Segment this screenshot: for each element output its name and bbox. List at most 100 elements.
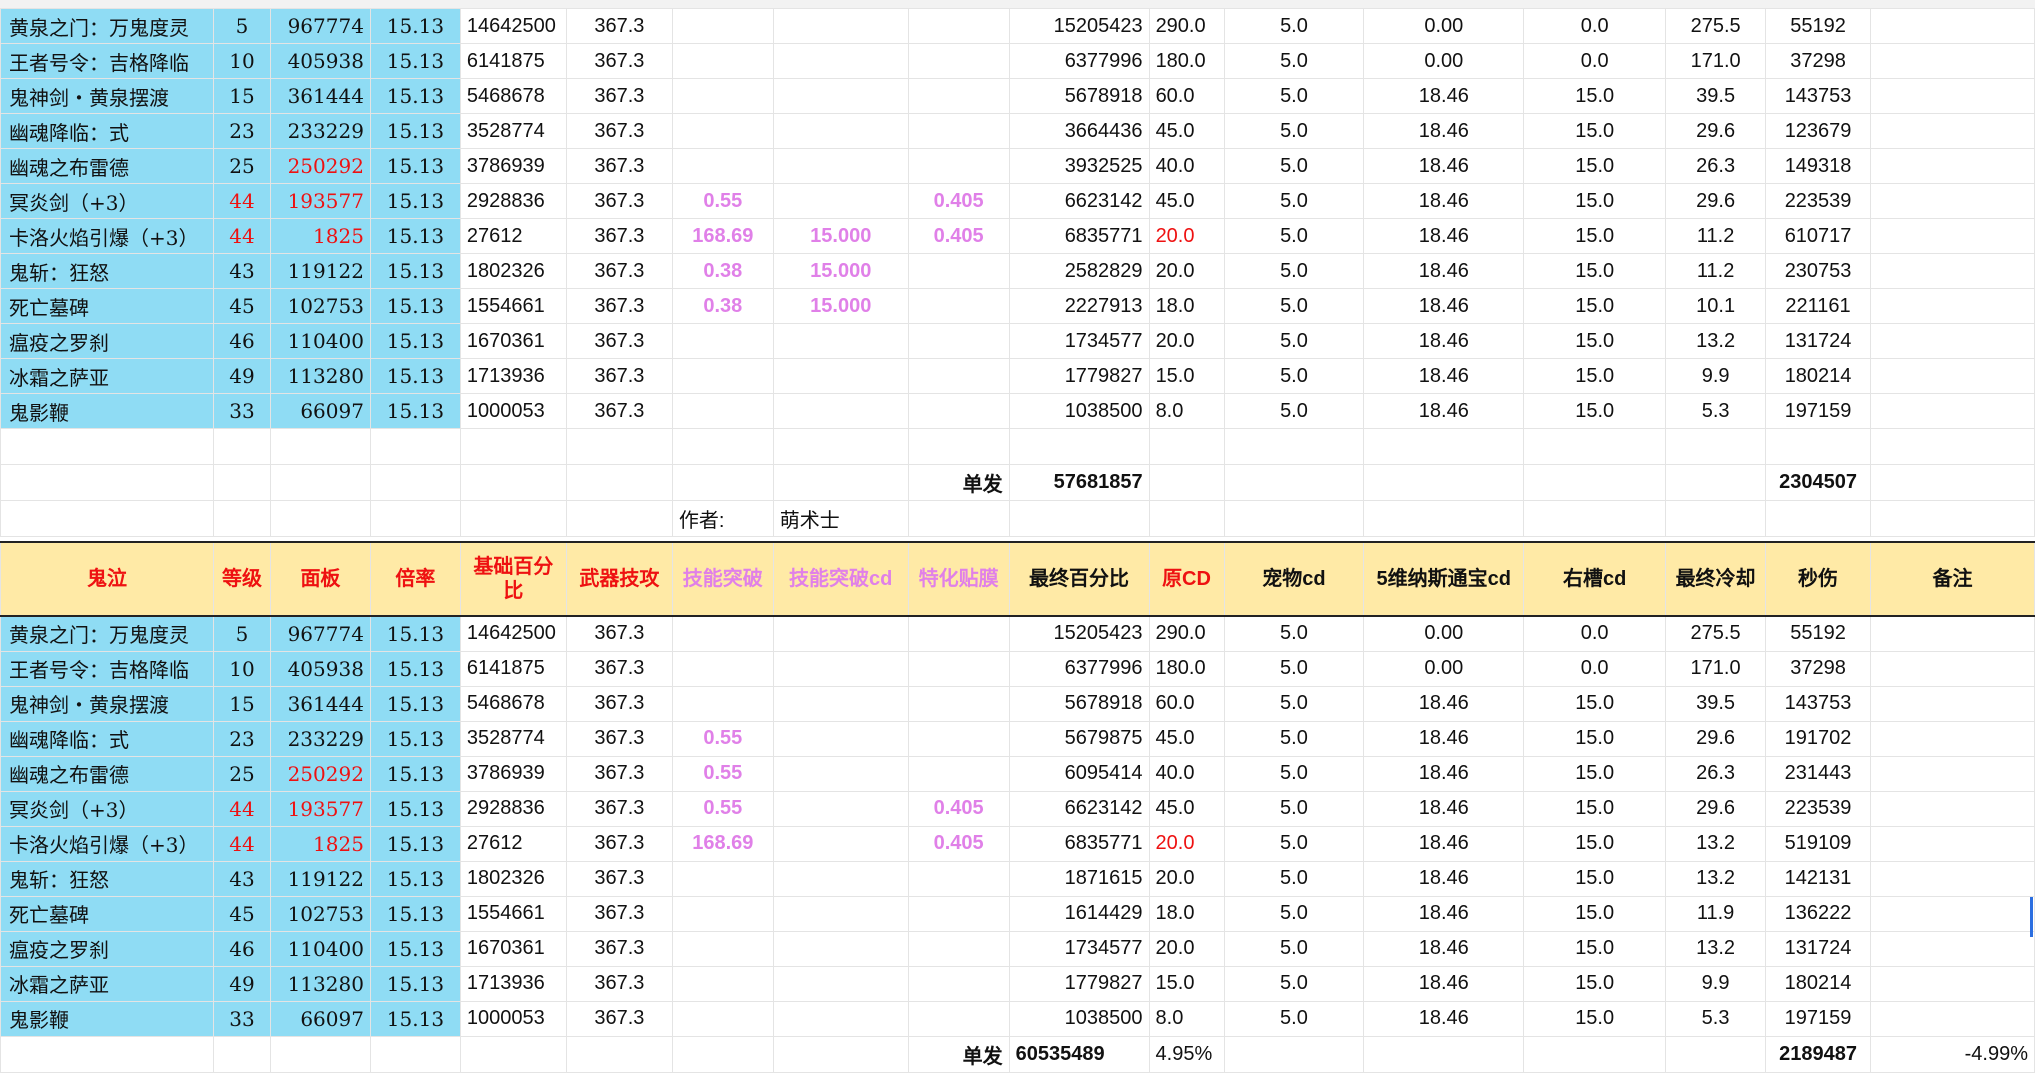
- cell-final-pct[interactable]: 3932525: [1008, 148, 1150, 184]
- cell-rate[interactable]: 15.13: [369, 720, 461, 757]
- cell-right-slot-cd[interactable]: 15.0: [1523, 1000, 1667, 1037]
- cell-special-film[interactable]: [907, 358, 1010, 394]
- empty-cell[interactable]: [459, 464, 567, 501]
- cell-final-pct[interactable]: 1871615: [1008, 860, 1150, 897]
- cell-right-slot-cd[interactable]: 15.0: [1523, 685, 1667, 722]
- cell-rate[interactable]: 15.13: [369, 253, 461, 289]
- cell-right-slot-cd[interactable]: 15.0: [1523, 930, 1667, 967]
- header-final-pct[interactable]: 最终百分比: [1008, 541, 1150, 617]
- header-skill-break-cd[interactable]: 技能突破cd: [772, 541, 909, 617]
- cell-final-cd[interactable]: 13.2: [1665, 323, 1767, 359]
- cell-final-cd[interactable]: 11.9: [1665, 895, 1767, 932]
- header-rate[interactable]: 倍率: [369, 541, 461, 617]
- cell-special-film[interactable]: [907, 965, 1010, 1002]
- cell-orig-cd[interactable]: 60.0: [1148, 78, 1225, 114]
- cell-skill-break[interactable]: 0.55: [671, 720, 774, 757]
- cell-final-pct[interactable]: 6623142: [1008, 790, 1150, 827]
- empty-cell[interactable]: [212, 464, 271, 501]
- cell-skill-break-cd[interactable]: [772, 1000, 909, 1037]
- cell-rate[interactable]: 15.13: [369, 78, 461, 114]
- cell-dps[interactable]: 230753: [1765, 253, 1872, 289]
- cell-venus-cd[interactable]: 18.46: [1363, 78, 1525, 114]
- cell-level[interactable]: 46: [212, 930, 271, 967]
- cell-final-pct[interactable]: 1038500: [1008, 1000, 1150, 1037]
- cell-panel[interactable]: 233229: [269, 720, 371, 757]
- cell-dps[interactable]: 197159: [1765, 393, 1872, 429]
- cell-special-film[interactable]: [907, 1000, 1010, 1037]
- cell-final-pct[interactable]: 1038500: [1008, 393, 1150, 429]
- cell-base-pct[interactable]: 5468678: [459, 78, 567, 114]
- cell-skill-break-cd[interactable]: [772, 393, 909, 429]
- cell-orig-cd[interactable]: 180.0: [1148, 43, 1225, 79]
- cell-skill-break-cd[interactable]: [772, 148, 909, 184]
- header-skill-break[interactable]: 技能突破: [671, 541, 774, 617]
- cell-right-slot-cd[interactable]: 15.0: [1523, 790, 1667, 827]
- cell-weapon-atk[interactable]: 367.3: [565, 253, 673, 289]
- cell-weapon-atk[interactable]: 367.3: [565, 860, 673, 897]
- cell-weapon-atk[interactable]: 367.3: [565, 323, 673, 359]
- cell-skill-break[interactable]: [671, 113, 774, 149]
- cell-dps[interactable]: 143753: [1765, 78, 1872, 114]
- cell-orig-cd[interactable]: 15.0: [1148, 965, 1225, 1002]
- cell-panel[interactable]: 193577: [269, 183, 371, 219]
- cell-level[interactable]: 33: [212, 1000, 271, 1037]
- cell-final-pct[interactable]: 1734577: [1008, 930, 1150, 967]
- empty-cell[interactable]: [1523, 428, 1667, 465]
- cell-orig-cd[interactable]: 20.0: [1148, 860, 1225, 897]
- cell-dps[interactable]: 131724: [1765, 323, 1872, 359]
- empty-cell[interactable]: [369, 500, 461, 537]
- empty-cell[interactable]: [1523, 1035, 1667, 1073]
- cell-panel[interactable]: 250292: [269, 755, 371, 792]
- cell-skill-break-cd[interactable]: 15.000: [772, 288, 909, 324]
- cell-level[interactable]: 10: [212, 43, 271, 79]
- cell-rate[interactable]: 15.13: [369, 218, 461, 254]
- cell-skill-break-cd[interactable]: [772, 685, 909, 722]
- cell-note[interactable]: [1870, 720, 2035, 757]
- cell-pet-cd[interactable]: 5.0: [1223, 253, 1365, 289]
- total-dps[interactable]: 2189487: [1765, 1035, 1871, 1073]
- cell-right-slot-cd[interactable]: 15.0: [1523, 148, 1667, 184]
- cell-dps[interactable]: 610717: [1765, 218, 1872, 254]
- cell-final-cd[interactable]: 39.5: [1665, 685, 1767, 722]
- cell-skill-name[interactable]: 王者号令：吉格降临: [0, 650, 214, 687]
- cell-final-cd[interactable]: 9.9: [1665, 965, 1767, 1002]
- cell-level[interactable]: 44: [212, 183, 271, 219]
- empty-cell[interactable]: [1523, 464, 1667, 501]
- cell-pet-cd[interactable]: 5.0: [1223, 183, 1365, 219]
- empty-cell[interactable]: [772, 1035, 909, 1073]
- cell-pet-cd[interactable]: 5.0: [1223, 685, 1365, 722]
- cell-base-pct[interactable]: 2928836: [459, 183, 567, 219]
- cell-weapon-atk[interactable]: 367.3: [565, 650, 673, 687]
- cell-panel[interactable]: 119122: [269, 253, 371, 289]
- cell-rate[interactable]: 15.13: [369, 1000, 461, 1037]
- empty-cell[interactable]: [459, 500, 567, 537]
- cell-panel[interactable]: 102753: [269, 895, 371, 932]
- cell-skill-name[interactable]: 鬼斩：狂怒: [0, 253, 214, 289]
- cell-panel[interactable]: 193577: [269, 790, 371, 827]
- cell-panel[interactable]: 250292: [269, 148, 371, 184]
- empty-cell[interactable]: [1148, 428, 1225, 465]
- header-pet-cd[interactable]: 宠物cd: [1223, 541, 1365, 617]
- cell-skill-break[interactable]: [671, 43, 774, 79]
- cell-skill-break-cd[interactable]: [772, 930, 909, 967]
- empty-cell[interactable]: [1363, 1035, 1525, 1073]
- cell-rate[interactable]: 15.13: [369, 825, 461, 862]
- cell-level[interactable]: 43: [212, 253, 271, 289]
- cell-rate[interactable]: 15.13: [369, 148, 461, 184]
- cell-rate[interactable]: 15.13: [369, 895, 461, 932]
- cell-orig-cd[interactable]: 8.0: [1148, 1000, 1225, 1037]
- cell-final-pct[interactable]: 5679875: [1008, 720, 1150, 757]
- cell-skill-name[interactable]: 冰霜之萨亚: [0, 358, 214, 394]
- cell-skill-name[interactable]: 卡洛火焰引爆（+3）: [0, 218, 214, 254]
- cell-skill-break[interactable]: 168.69: [671, 825, 774, 862]
- cell-panel[interactable]: 233229: [269, 113, 371, 149]
- cell-skill-name[interactable]: 幽魂降临：式: [0, 720, 214, 757]
- cell-pet-cd[interactable]: 5.0: [1223, 288, 1365, 324]
- cell-base-pct[interactable]: 1713936: [459, 358, 567, 394]
- cell-base-pct[interactable]: 1670361: [459, 930, 567, 967]
- empty-cell[interactable]: [1765, 428, 1872, 465]
- cell-orig-cd[interactable]: 20.0: [1148, 218, 1225, 254]
- cell-base-pct[interactable]: 6141875: [459, 43, 567, 79]
- cell-orig-cd[interactable]: 180.0: [1148, 650, 1225, 687]
- header-special-film[interactable]: 特化贴膜: [907, 541, 1010, 617]
